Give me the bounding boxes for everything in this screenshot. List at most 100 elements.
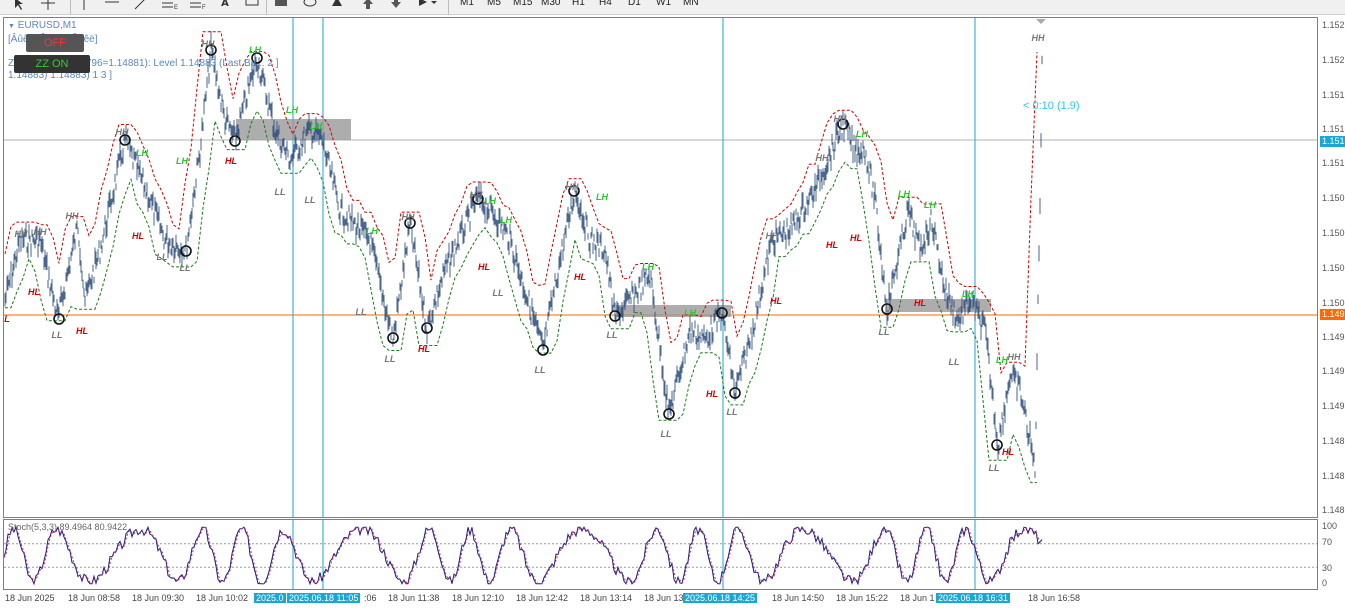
pivot-label: LH xyxy=(500,215,512,225)
price-scale-label: 1.149 xyxy=(1322,366,1345,376)
ellipse-icon[interactable] xyxy=(302,0,318,12)
pivot-label: LL xyxy=(493,288,504,298)
candle-countdown: < 0:10 (1.9) xyxy=(1023,100,1080,112)
price-scale-label: 1.150 xyxy=(1322,263,1345,273)
time-axis-label: 18 Jun 16:58 xyxy=(1028,593,1081,603)
pivot-label: LH xyxy=(286,105,298,115)
pivot-label: L xyxy=(4,314,10,324)
cursor-icon[interactable] xyxy=(12,0,26,12)
level-price-tag: 1.149 xyxy=(1320,309,1345,320)
pivot-label: LH xyxy=(484,196,496,206)
time-axis-label: 18 Jun 13:14 xyxy=(580,593,633,603)
crosshair-icon[interactable] xyxy=(40,0,56,12)
stochastic-canvas[interactable] xyxy=(3,520,1317,589)
timeframe-m30[interactable]: M30 xyxy=(541,0,560,8)
pivot-label: HL xyxy=(478,262,490,272)
pivot-label: HH xyxy=(1008,352,1021,362)
rectangle-icon[interactable] xyxy=(274,0,288,12)
stochastic-panel[interactable] xyxy=(3,519,1318,590)
time-axis-label: 18 Jun 14:50 xyxy=(772,593,825,603)
pivot-label: HH xyxy=(834,114,847,124)
pivot-label: LL xyxy=(356,307,367,317)
timeframe-d1[interactable]: D1 xyxy=(628,0,641,8)
arrow-up-icon[interactable] xyxy=(360,0,376,12)
time-axis-label: 18 Jun 10:02 xyxy=(196,593,249,603)
pivot-label: LL xyxy=(180,263,191,273)
pivot-label: HL xyxy=(914,298,926,308)
stochastic-title: Stoch(5,3,3) 89.4964 80.9422 xyxy=(8,522,128,532)
time-axis-label: 18 Jun 11:38 xyxy=(388,593,440,603)
arrow-down-icon[interactable] xyxy=(388,0,404,12)
price-scale-label: 1.151 xyxy=(1322,124,1345,134)
price-scale-label: 1.151 xyxy=(1322,158,1345,168)
price-chart-canvas[interactable]: HH HHHLLL HLHHHHLHHLLLLLLHHHHLLHLHLLLLLHLH… xyxy=(4,18,1317,517)
trend-line-icon[interactable] xyxy=(133,0,149,12)
pivot-label: HL xyxy=(850,233,862,243)
osc-scale-100: 100 xyxy=(1322,521,1338,531)
pivot-label: HL xyxy=(770,296,782,306)
pivot-label: LH xyxy=(642,262,654,272)
crosshair-time-label: 2025.06.18 14:25 xyxy=(683,593,758,603)
pivot-label: LH xyxy=(856,129,868,139)
timeframe-m1[interactable]: M1 xyxy=(460,0,474,8)
label-icon[interactable] xyxy=(244,0,260,12)
toolbar: E F A M1 M5 M15 M30 H1 H4 D1 W1 MN xyxy=(0,0,1345,15)
pivot-label: LL xyxy=(989,463,1000,473)
price-scale-label: 1.150 xyxy=(1322,193,1345,203)
vertical-line-icon[interactable] xyxy=(78,0,90,12)
pivot-label: HH xyxy=(202,39,215,49)
pivot-label: HH xyxy=(816,153,829,163)
pivot-label: LH xyxy=(136,148,148,158)
symbol-label: ▼ EURUSD,M1 xyxy=(8,20,77,31)
zz-on-badge[interactable]: ZZ ON xyxy=(14,55,90,73)
text-icon[interactable]: A xyxy=(218,0,232,12)
more-tools-icon[interactable] xyxy=(416,0,438,12)
svg-text:E: E xyxy=(174,5,178,10)
pivot-label: HH xyxy=(15,229,28,239)
zigzag-pivot-marker xyxy=(663,408,675,420)
osc-scale-70: 70 xyxy=(1322,537,1333,547)
pivot-label: LL xyxy=(727,407,738,417)
pivot-label: HL xyxy=(418,344,430,354)
pivot-label: LH xyxy=(596,192,608,202)
timeframe-h4[interactable]: H4 xyxy=(599,0,612,8)
price-scale-label: 1.148 xyxy=(1322,505,1345,515)
pivot-label: HH xyxy=(766,231,779,241)
zz-off-badge[interactable]: OFF xyxy=(26,34,84,52)
pivot-label: HL xyxy=(28,287,40,297)
timeframe-m5[interactable]: M5 xyxy=(487,0,501,8)
pivot-label: LL xyxy=(275,187,286,197)
timeframe-m15[interactable]: M15 xyxy=(513,0,532,8)
price-scale-label: 1.149 xyxy=(1322,332,1345,342)
pivot-label: HH xyxy=(66,211,79,221)
pivot-label: HL xyxy=(225,156,237,166)
price-scale-label: 1.149 xyxy=(1322,401,1345,411)
pivot-label: HL xyxy=(826,240,838,250)
pivot-label: HH xyxy=(1032,33,1045,43)
horizontal-line-icon[interactable] xyxy=(104,0,120,12)
timeframe-w1[interactable]: W1 xyxy=(656,0,671,8)
pivot-label: LL xyxy=(661,429,672,439)
main-chart[interactable]: HH HH HL LL HL HH HH LH HL LL LL LH HH HL LH LH LL LL LH LH… xyxy=(3,17,1318,518)
pivot-label: LH xyxy=(684,308,696,318)
pivot-label: HL xyxy=(76,326,88,336)
crosshair-time-label: 2025.0 xyxy=(254,593,286,603)
crosshair-time-label: 2025.06.18 16:31 xyxy=(936,593,1011,603)
pivot-label: LL xyxy=(157,252,168,262)
timeframe-h1[interactable]: H1 xyxy=(572,0,585,8)
stoch-signal-line xyxy=(3,526,1043,585)
pivot-label: LL xyxy=(52,330,63,340)
pivot-label: LH xyxy=(924,200,936,210)
supply-demand-zone xyxy=(236,119,351,140)
pivot-label: LL xyxy=(949,357,960,367)
pivot-label: LH xyxy=(176,156,188,166)
time-axis-label: 18 Jun 12:10 xyxy=(452,593,505,603)
bid-price-tag: 1.151 xyxy=(1320,136,1345,147)
channel-icon[interactable]: F xyxy=(188,0,208,12)
fibonacci-icon[interactable]: E xyxy=(160,0,180,12)
time-axis-label: 18 Jun 08:58 xyxy=(68,593,121,603)
pivot-label: LH xyxy=(898,189,910,199)
timeframe-mn[interactable]: MN xyxy=(683,0,699,8)
triangle-icon[interactable] xyxy=(330,0,344,12)
pivot-label: HL xyxy=(574,272,586,282)
